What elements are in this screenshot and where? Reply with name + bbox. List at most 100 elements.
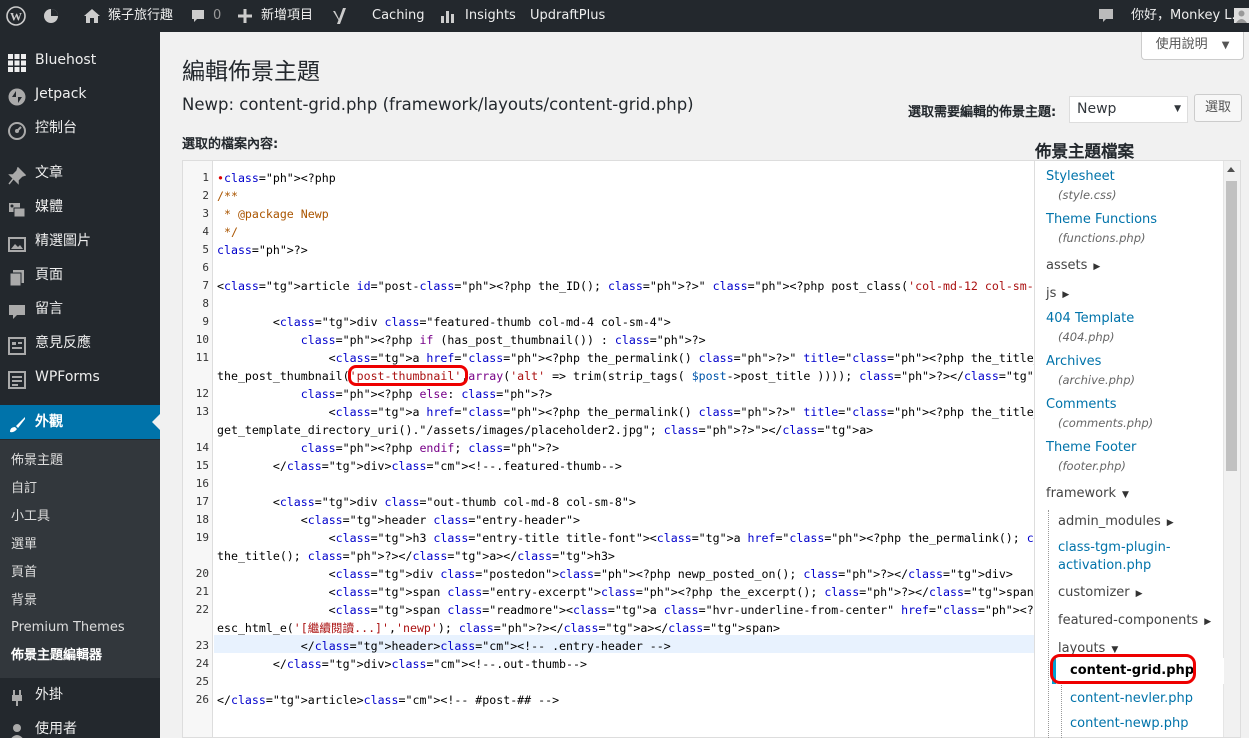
site-name-link[interactable]: 猴子旅行趣 <box>108 0 173 32</box>
dashboard-icon[interactable] <box>43 0 59 32</box>
menu-item-bluehost[interactable]: Bluehost <box>0 43 160 77</box>
code-line[interactable] <box>217 475 1033 493</box>
comment-bubble-icon[interactable] <box>190 0 206 32</box>
insights-link[interactable]: Insights <box>465 0 516 32</box>
updraftplus-link[interactable]: UpdraftPlus <box>530 0 605 32</box>
submenu-menus[interactable]: 選單 <box>11 535 37 555</box>
select-theme-button[interactable]: 選取 <box>1194 94 1242 122</box>
code-line[interactable]: <class="tg">div class="postedon">class="… <box>217 565 1033 583</box>
line-number: 6 <box>202 261 209 274</box>
folder-customizer[interactable]: customizer ▶ <box>1058 585 1143 600</box>
line-number: 24 <box>195 657 209 670</box>
line-number: 14 <box>195 441 209 454</box>
code-line[interactable]: the_title(); class="ph">?></class="tg">a… <box>217 547 1033 565</box>
code-line[interactable]: esc_html_e('[繼續閱讀...]','newp'); class="p… <box>217 619 1033 637</box>
menu-item-comments[interactable]: 留言 <box>0 292 160 326</box>
scrollbar[interactable] <box>1223 161 1240 737</box>
file-stylesheet[interactable]: Stylesheet <box>1046 169 1115 184</box>
wordpress-logo-icon[interactable]: W <box>6 0 26 32</box>
code-line[interactable]: <class="tg">span class="entry-excerpt">c… <box>217 583 1034 601</box>
menu-item-wpforms[interactable]: WPForms <box>0 360 160 394</box>
file-archives[interactable]: Archives <box>1046 354 1101 369</box>
submenu-premium-themes[interactable]: Premium Themes <box>11 618 125 638</box>
code-line[interactable]: class="ph"><?php else: class="ph">?> <box>217 385 1033 403</box>
annotation-circle-content-grid <box>1050 654 1196 684</box>
menu-item-feedback[interactable]: 意見反應 <box>0 326 160 360</box>
menu-item-jetpack[interactable]: Jetpack <box>0 77 160 111</box>
file-404[interactable]: 404 Template <box>1046 311 1134 326</box>
code-line[interactable]: •class="ph"><?php <box>217 169 1033 187</box>
dropdown-arrow-icon: ▼ <box>1174 104 1181 114</box>
file-functions[interactable]: Theme Functions <box>1046 212 1157 227</box>
code-line[interactable]: </class="tg">div>class="cm"><!--.feature… <box>217 457 1033 475</box>
menu-item-pages[interactable]: 頁面 <box>0 258 160 292</box>
code-line[interactable]: */ <box>217 223 1033 241</box>
folder-assets[interactable]: assets ▶ <box>1046 258 1100 273</box>
scrollbar-thumb[interactable] <box>1226 181 1237 471</box>
code-editor[interactable]: 1 2 3 4 5 6 7 8 9 10 11 12 13 14 15 16 17 18 19 20 21 22 23 24 2… <box>182 160 1034 738</box>
menu-item-plugins[interactable]: 外掛 <box>0 678 160 712</box>
code-line[interactable]: get_template_directory_uri()."/assets/im… <box>217 421 1033 439</box>
menu-item-dashboard[interactable]: 控制台 <box>0 111 160 145</box>
menu-item-appearance[interactable]: 外觀 <box>0 405 160 439</box>
comment-count[interactable]: 0 <box>213 0 221 32</box>
grid-icon <box>8 51 26 72</box>
submenu-background[interactable]: 背景 <box>11 591 37 611</box>
file-content-newp[interactable]: content-newp.php <box>1070 716 1188 731</box>
avatar[interactable] <box>1234 0 1249 32</box>
code-line[interactable]: class="ph">?> <box>217 241 1033 259</box>
yoast-icon[interactable] <box>332 0 348 32</box>
menu-item-featured-images[interactable]: 精選圖片 <box>0 224 160 258</box>
line-number: 8 <box>202 297 209 310</box>
menu-item-posts[interactable]: 文章 <box>0 156 160 190</box>
submenu-customize[interactable]: 自訂 <box>11 479 37 499</box>
folder-label: framework <box>1046 486 1117 501</box>
folder-admin-modules[interactable]: admin_modules ▶ <box>1058 514 1174 529</box>
folder-featured-components[interactable]: featured-components ▶ <box>1058 613 1211 628</box>
scroll-up-arrow-icon[interactable] <box>1227 167 1235 172</box>
home-icon[interactable] <box>83 0 101 32</box>
code-line[interactable]: <class="tg">article id="post-class="ph">… <box>217 277 1034 295</box>
submenu-themes[interactable]: 佈景主題 <box>11 451 63 471</box>
folder-label: js <box>1046 286 1057 301</box>
code-line[interactable]: /** <box>217 187 1033 205</box>
code-line[interactable]: <class="tg">span class="readmore"><class… <box>217 601 1034 619</box>
code-line[interactable] <box>217 259 1033 277</box>
code-line[interactable]: <class="tg">div class="featured-thumb co… <box>217 313 1033 331</box>
code-line[interactable]: </class="tg">article>class="cm"><!-- #po… <box>217 691 1033 709</box>
code-line[interactable]: class="ph"><?php endif; class="ph">?> <box>217 439 1033 457</box>
folder-js[interactable]: js ▶ <box>1046 286 1069 301</box>
menu-item-media[interactable]: 媒體 <box>0 190 160 224</box>
code-line[interactable]: <class="tg">h3 class="entry-title title-… <box>217 529 1034 547</box>
code-line[interactable]: <class="tg">a href="class="ph"><?php the… <box>217 403 1034 421</box>
code-line[interactable]: <class="tg">header class="entry-header"> <box>217 511 1033 529</box>
error-dot-icon: • <box>217 171 224 185</box>
file-tgm-plugin-activation[interactable]: class-tgm-plugin-activation.php <box>1058 539 1198 575</box>
bar-chart-icon[interactable] <box>440 0 456 32</box>
plus-icon[interactable] <box>238 0 252 32</box>
submenu-theme-editor[interactable]: 佈景主題編輯器 <box>11 646 102 666</box>
code-line[interactable]: <class="tg">div class="out-thumb col-md-… <box>217 493 1033 511</box>
code-line[interactable]: the_post_thumbnail('post-thumbnail',arra… <box>217 367 1034 385</box>
code-line[interactable] <box>217 295 1033 313</box>
notification-icon[interactable] <box>1098 0 1114 32</box>
menu-label: Bluehost <box>35 52 97 68</box>
code-line[interactable] <box>217 673 1033 691</box>
code-line[interactable]: </class="tg">div>class="cm"><!--.out-thu… <box>217 655 1033 673</box>
code-line[interactable]: </class="tg">header>class="cm"><!-- .ent… <box>217 637 1033 655</box>
menu-item-users[interactable]: 使用者 <box>0 712 160 738</box>
submenu-header[interactable]: 頁首 <box>11 563 37 583</box>
help-tab-button[interactable]: 使用說明 ▼ <box>1141 32 1244 60</box>
folder-framework[interactable]: framework ▼ <box>1046 486 1129 501</box>
file-content-nevler[interactable]: content-nevler.php <box>1070 691 1193 706</box>
file-footer[interactable]: Theme Footer <box>1046 440 1136 455</box>
code-line[interactable]: * @package Newp <box>217 205 1033 223</box>
code-line[interactable]: class="ph"><?php if (has_post_thumbnail(… <box>217 331 1033 349</box>
new-content-link[interactable]: 新增項目 <box>261 0 313 32</box>
theme-select[interactable]: Newp ▼ <box>1069 96 1188 123</box>
submenu-widgets[interactable]: 小工具 <box>11 507 50 527</box>
user-greeting[interactable]: 你好，Monkey L. <box>1131 0 1236 32</box>
file-comments[interactable]: Comments <box>1046 397 1116 412</box>
caching-link[interactable]: Caching <box>372 0 425 32</box>
code-line[interactable]: <class="tg">a href="class="ph"><?php the… <box>217 349 1034 367</box>
